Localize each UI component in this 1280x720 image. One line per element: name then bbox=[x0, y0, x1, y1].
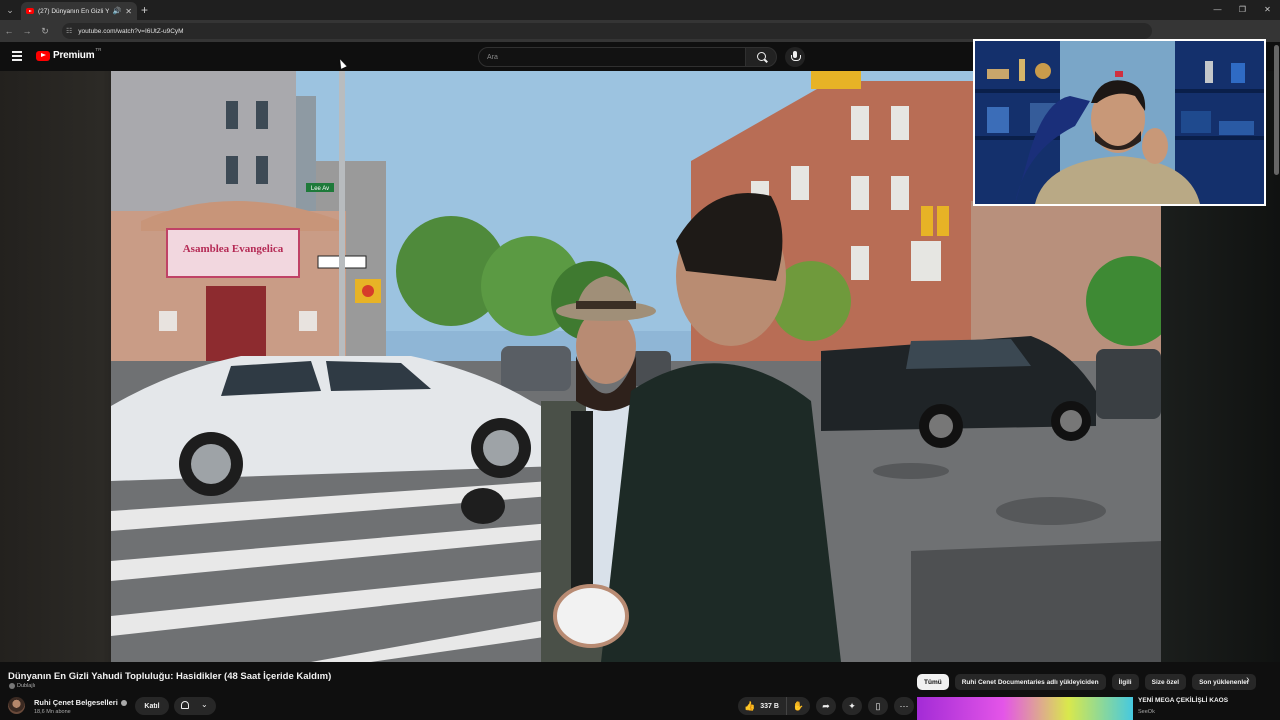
chip-related[interactable]: İlgili bbox=[1111, 674, 1139, 690]
page-scrollbar[interactable] bbox=[1274, 45, 1279, 175]
chip-from-uploader[interactable]: Ruhi Cenet Documentaries adlı yükleyicid… bbox=[954, 674, 1106, 690]
browser-tab-bar: ⌄ (27) Dünyanın En Gizli Yahu... 🔊 ✕ + —… bbox=[0, 0, 1280, 20]
streamer-webcam bbox=[973, 39, 1266, 206]
notification-button[interactable]: ⌄ bbox=[174, 697, 216, 715]
site-info-icon[interactable]: ☷ bbox=[66, 27, 72, 35]
verified-icon bbox=[120, 699, 127, 706]
sparkle-icon: ✦ bbox=[848, 700, 856, 711]
more-actions-button[interactable]: ⋯ bbox=[894, 697, 914, 715]
url-field[interactable]: ☷ youtube.com/watch?v=I6UtZ-u9CyM bbox=[62, 23, 1152, 39]
dubbed-icon bbox=[9, 683, 15, 689]
search-input[interactable]: Ara bbox=[478, 47, 746, 67]
forward-button[interactable]: → bbox=[18, 26, 36, 36]
close-tab-icon[interactable]: ✕ bbox=[125, 7, 132, 16]
street-sign-text: Lee Av bbox=[311, 186, 329, 192]
logo-text: Premium bbox=[53, 50, 95, 61]
channel-name: Ruhi Çenet Belgeselleri bbox=[34, 698, 118, 707]
search-icon bbox=[757, 52, 766, 61]
bookmark-icon: ▯ bbox=[875, 700, 881, 711]
channel-name-link[interactable]: Ruhi Çenet Belgeselleri bbox=[34, 698, 127, 707]
chevron-down-icon: ⌄ bbox=[201, 700, 208, 709]
more-icon: ⋯ bbox=[899, 700, 909, 711]
reload-button[interactable]: ↻ bbox=[36, 26, 54, 37]
browser-tab[interactable]: (27) Dünyanın En Gizli Yahu... 🔊 ✕ bbox=[21, 2, 137, 20]
youtube-premium-logo[interactable]: Premium TR bbox=[36, 47, 102, 61]
thumbs-up-icon: 👍 bbox=[744, 700, 756, 711]
dubbed-label: Dublajlı bbox=[17, 683, 36, 689]
back-button[interactable]: ← bbox=[0, 26, 18, 36]
webcam-frame bbox=[975, 41, 1264, 204]
dubbed-badge: Dublajlı bbox=[9, 683, 35, 689]
minimize-button[interactable]: — bbox=[1205, 0, 1230, 20]
join-button[interactable]: Katıl bbox=[135, 697, 169, 715]
url-text: youtube.com/watch?v=I6UtZ-u9CyM bbox=[78, 27, 184, 35]
chevron-right-icon[interactable]: › bbox=[1246, 674, 1249, 685]
share-icon: ➦ bbox=[822, 700, 830, 711]
save-button[interactable]: ▯ bbox=[868, 697, 888, 715]
new-tab-button[interactable]: + bbox=[141, 3, 148, 17]
church-sign-text: Asamblea Evangelica bbox=[183, 243, 284, 255]
chip-for-you[interactable]: Size özel bbox=[1144, 674, 1187, 690]
video-info-section: Dünyanın En Gizli Yahudi Topluluğu: Hasi… bbox=[0, 662, 1280, 720]
youtube-favicon-icon bbox=[26, 8, 34, 14]
close-window-button[interactable]: ✕ bbox=[1255, 0, 1280, 20]
channel-avatar[interactable] bbox=[8, 697, 25, 714]
related-filter-chips: Tümü Ruhi Cenet Documentaries adlı yükle… bbox=[917, 674, 1262, 690]
video-actions: 👍 337 B ✋ ➦ ✦ ▯ ⋯ bbox=[738, 697, 914, 715]
country-code: TR bbox=[95, 47, 102, 52]
share-button[interactable]: ➦ bbox=[816, 697, 836, 715]
voice-search-icon[interactable] bbox=[785, 47, 805, 67]
chip-all[interactable]: Tümü bbox=[917, 674, 949, 690]
menu-icon[interactable] bbox=[12, 51, 22, 63]
recommended-video-title[interactable]: YENİ MEGA ÇEKİLİŞLİ KAOS bbox=[1138, 697, 1228, 704]
subscriber-count: 18,6 Mn abone bbox=[34, 709, 71, 715]
maximize-button[interactable]: ❐ bbox=[1230, 0, 1255, 20]
speaker-icon[interactable]: 🔊 bbox=[113, 7, 122, 15]
like-count: 337 B bbox=[760, 702, 779, 710]
search-placeholder: Ara bbox=[487, 53, 498, 61]
video-title: Dünyanın En Gizli Yahudi Topluluğu: Hasi… bbox=[8, 671, 332, 682]
recommended-video-channel[interactable]: SeeOk bbox=[1138, 709, 1155, 715]
search-button[interactable] bbox=[745, 47, 777, 67]
like-button[interactable]: 👍 337 B bbox=[738, 697, 786, 715]
dislike-button[interactable]: ✋ bbox=[786, 697, 810, 715]
window-controls: — ❐ ✕ bbox=[1205, 0, 1280, 20]
tab-search-icon[interactable]: ⌄ bbox=[0, 0, 20, 20]
bell-icon bbox=[181, 701, 189, 709]
tab-title: (27) Dünyanın En Gizli Yahu... bbox=[38, 7, 109, 15]
youtube-play-icon bbox=[36, 50, 50, 61]
recommended-video-thumbnail[interactable] bbox=[917, 697, 1133, 720]
ask-button[interactable]: ✦ bbox=[842, 697, 862, 715]
thumbs-down-icon: ✋ bbox=[792, 700, 805, 711]
